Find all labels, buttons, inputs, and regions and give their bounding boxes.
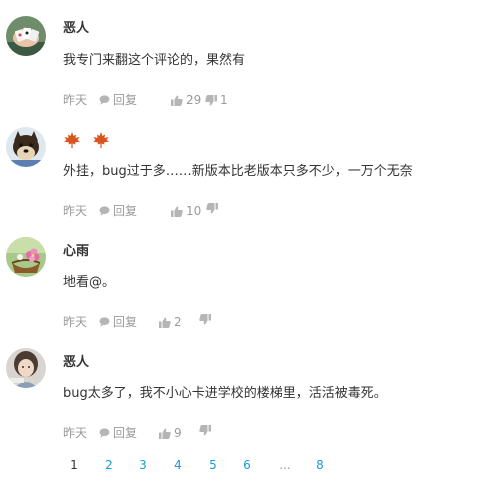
username[interactable]: 恶人 xyxy=(63,21,89,37)
like-count: 2 xyxy=(174,315,182,329)
comment-text: 地看@。 xyxy=(63,275,116,290)
avatar[interactable] xyxy=(6,237,46,277)
page-5[interactable]: 5 xyxy=(206,456,220,474)
avatar[interactable] xyxy=(6,348,46,388)
page-ellipsis: ... xyxy=(279,458,291,472)
thumbs-up-icon xyxy=(159,428,171,439)
avatar[interactable] xyxy=(6,16,46,56)
timestamp: 昨天 xyxy=(63,204,88,218)
comment-bubble-icon xyxy=(99,428,110,438)
like-button[interactable]: 2 xyxy=(159,314,182,330)
username-badges xyxy=(63,131,116,154)
reply-button[interactable]: 回复 xyxy=(99,92,137,108)
like-button[interactable]: 9 xyxy=(159,425,182,441)
thumbs-up-icon xyxy=(159,317,171,328)
reply-label: 回复 xyxy=(113,93,138,107)
comment-bubble-icon xyxy=(99,206,110,216)
comment-bubble-icon xyxy=(99,317,110,327)
thumbs-up-icon xyxy=(171,95,183,106)
dislike-button[interactable] xyxy=(206,203,221,214)
timestamp: 昨天 xyxy=(63,315,88,329)
reply-label: 回复 xyxy=(113,315,138,329)
dislike-button[interactable] xyxy=(199,425,214,436)
pagination: 1 2 3 4 5 6 ... 8 xyxy=(0,456,498,474)
username[interactable]: 心雨 xyxy=(63,244,89,260)
comment-bubble-icon xyxy=(99,95,110,105)
page-8[interactable]: 8 xyxy=(313,456,327,474)
like-count: 9 xyxy=(174,426,182,440)
like-count: 10 xyxy=(186,204,202,218)
comment-text: 外挂，bug过于多……新版本比老版本只多不少，一万个无奈 xyxy=(63,164,413,179)
thumbs-down-icon xyxy=(199,314,211,325)
thumbs-up-icon xyxy=(171,206,183,217)
dislike-count: 1 xyxy=(220,93,228,107)
comment-text: bug太多了，我不小心卡进学校的楼梯里，活活被毒死。 xyxy=(63,386,387,401)
thumbs-down-icon xyxy=(206,203,218,214)
dislike-button[interactable]: 1 xyxy=(205,92,228,108)
page-1: 1 xyxy=(70,458,78,472)
like-button[interactable]: 10 xyxy=(171,203,201,219)
reply-label: 回复 xyxy=(113,426,138,440)
avatar[interactable] xyxy=(6,127,46,167)
username[interactable]: 恶人 xyxy=(63,355,89,371)
page-2[interactable]: 2 xyxy=(102,456,116,474)
like-button[interactable]: 29 xyxy=(171,92,201,108)
maple-leaf-icon xyxy=(63,131,81,154)
reply-button[interactable]: 回复 xyxy=(99,203,137,219)
reply-label: 回复 xyxy=(113,204,138,218)
page-6[interactable]: 6 xyxy=(240,456,254,474)
timestamp: 昨天 xyxy=(63,93,88,107)
timestamp: 昨天 xyxy=(63,426,88,440)
page-4[interactable]: 4 xyxy=(171,456,185,474)
reply-button[interactable]: 回复 xyxy=(99,314,137,330)
maple-leaf-icon xyxy=(92,131,110,154)
like-count: 29 xyxy=(186,93,202,107)
page-3[interactable]: 3 xyxy=(136,456,150,474)
dislike-button[interactable] xyxy=(199,314,214,325)
reply-button[interactable]: 回复 xyxy=(99,425,137,441)
comment-text: 我专门来翻这个评论的，果然有 xyxy=(63,53,246,68)
thumbs-down-icon xyxy=(205,94,217,106)
thumbs-down-icon xyxy=(199,425,211,436)
